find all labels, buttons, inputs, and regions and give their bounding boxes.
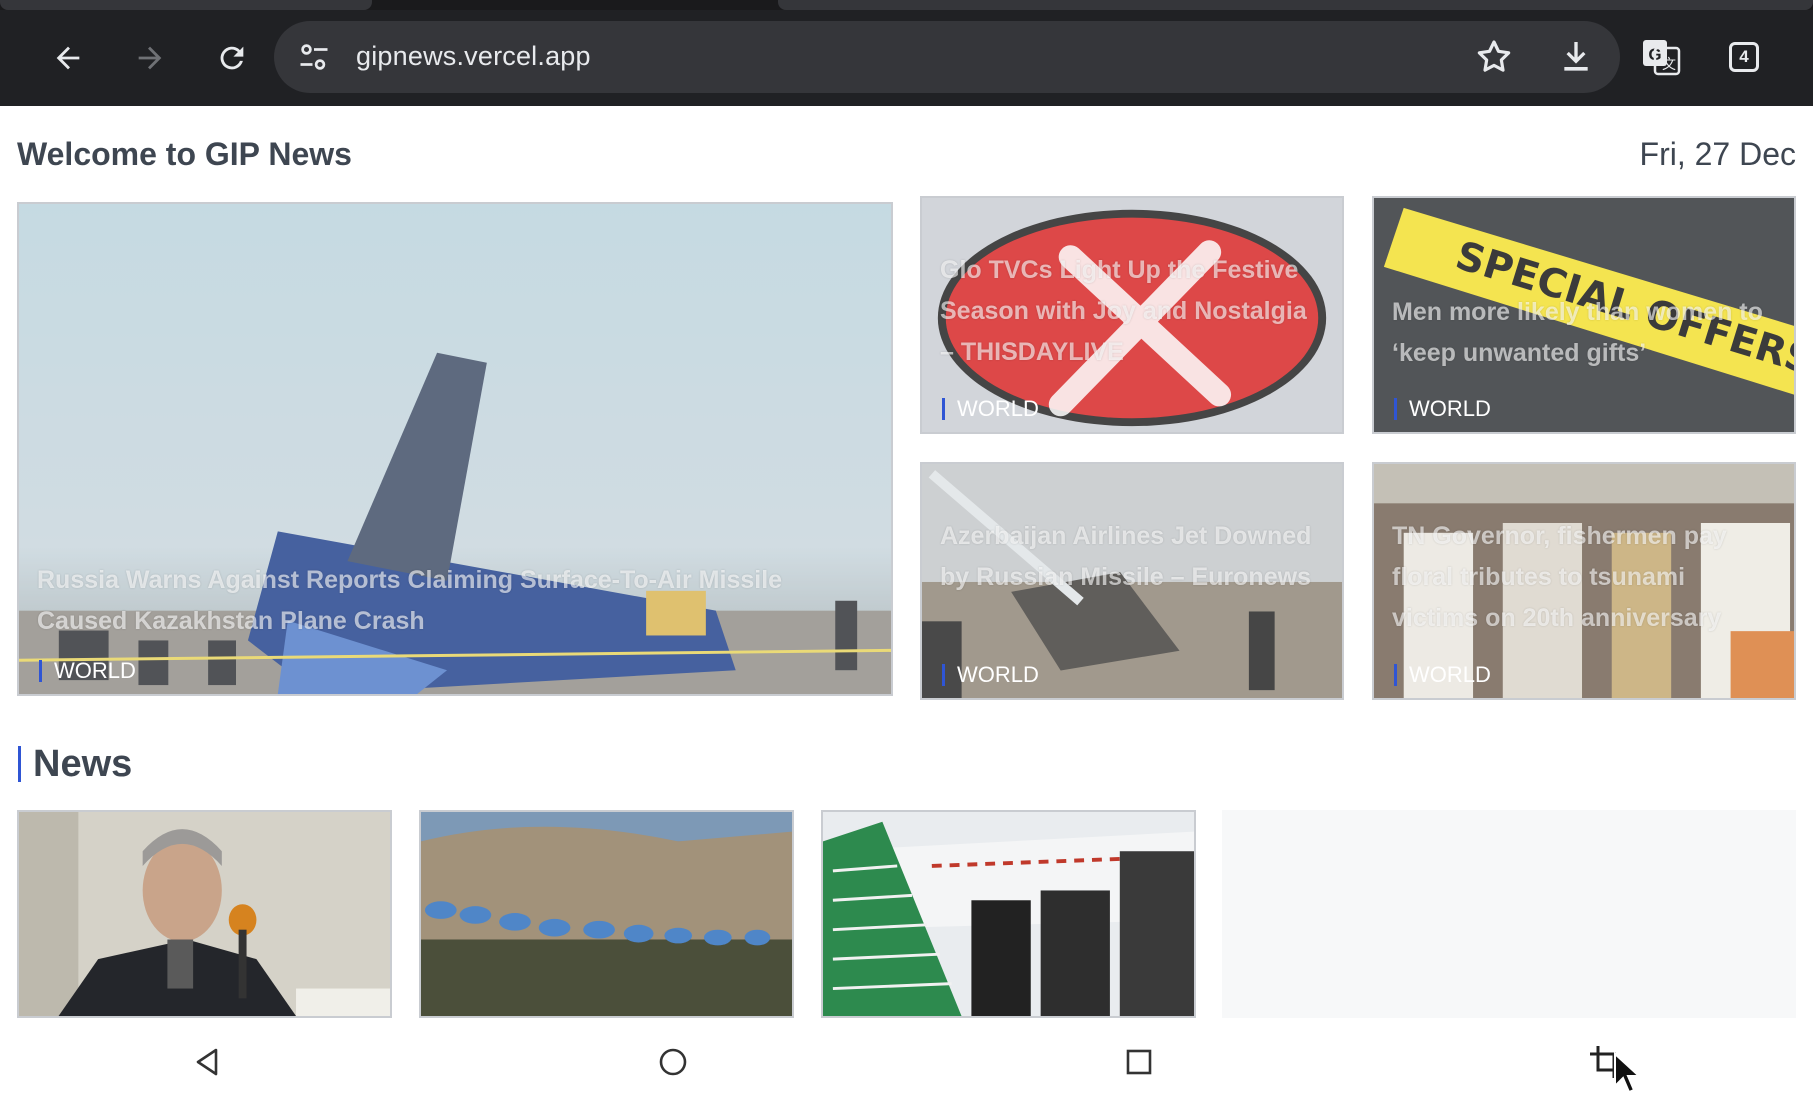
system-navigation-bar — [0, 1022, 1813, 1101]
svg-text:文: 文 — [1662, 57, 1676, 73]
featured-card-azerbaijan[interactable]: Azerbaijan Airlines Jet Downed by Russia… — [920, 462, 1344, 700]
reload-icon[interactable] — [204, 30, 260, 86]
featured-headline[interactable]: Glo TVCs Light Up the Festive Season wit… — [940, 250, 1324, 373]
airport-stairs-image — [823, 812, 1194, 1016]
url-text[interactable]: gipnews.vercel.app — [356, 41, 591, 72]
tab-edge[interactable] — [0, 0, 372, 10]
featured-headline[interactable]: Men more likely than women to ‘keep unwa… — [1392, 292, 1776, 374]
news-thumbnail-placeholder — [1222, 810, 1796, 1018]
news-thumbnail-airport[interactable] — [821, 810, 1196, 1018]
download-icon[interactable] — [1556, 37, 1596, 77]
category-label: WORLD — [942, 664, 1039, 686]
page-title: Welcome to GIP News — [17, 136, 352, 172]
recents-square-icon[interactable] — [1117, 1040, 1161, 1084]
back-triangle-icon[interactable] — [186, 1040, 230, 1084]
featured-card-main[interactable]: Russia Warns Against Reports Claiming Su… — [17, 202, 893, 696]
forward-icon[interactable] — [122, 30, 178, 86]
site-settings-icon[interactable] — [296, 39, 332, 75]
featured-headline[interactable]: Russia Warns Against Reports Claiming Su… — [37, 560, 831, 642]
tab-edge[interactable] — [778, 0, 1813, 10]
featured-card-tsunami[interactable]: TN Governor, fishermen pay floral tribut… — [1372, 462, 1796, 700]
page-content: Welcome to GIP News Fri, 27 Dec Russia W… — [0, 106, 1813, 1022]
back-icon[interactable] — [40, 30, 96, 86]
news-thumbnail-soldiers[interactable] — [419, 810, 794, 1018]
featured-card-glo[interactable]: Glo TVCs Light Up the Festive Season wit… — [920, 196, 1344, 434]
home-circle-icon[interactable] — [651, 1040, 695, 1084]
tab-switcher-icon[interactable]: 4 — [1729, 42, 1759, 72]
browser-toolbar: gipnews.vercel.app G 文 4 — [0, 0, 1813, 106]
featured-card-gifts[interactable]: SPECIAL OFFERS Men more likely than wome… — [1372, 196, 1796, 434]
mouse-cursor-icon — [1612, 1051, 1642, 1096]
speaker-at-microphone-image — [19, 812, 390, 1016]
featured-headline[interactable]: Azerbaijan Airlines Jet Downed by Russia… — [940, 516, 1324, 598]
current-date: Fri, 27 Dec — [1639, 136, 1796, 172]
translate-icon[interactable]: G 文 — [1641, 38, 1681, 76]
section-heading-news: News — [18, 745, 132, 783]
tab-strip — [0, 0, 1813, 10]
peacekeeping-soldiers-image — [421, 812, 792, 1016]
bookmark-star-icon[interactable] — [1474, 37, 1514, 77]
category-label: WORLD — [39, 660, 136, 682]
featured-headline[interactable]: TN Governor, fishermen pay floral tribut… — [1392, 516, 1776, 639]
address-bar[interactable]: gipnews.vercel.app — [274, 21, 1620, 93]
category-label: WORLD — [1394, 664, 1491, 686]
category-label: WORLD — [1394, 398, 1491, 420]
category-label: WORLD — [942, 398, 1039, 420]
news-thumbnail-speaker[interactable] — [17, 810, 392, 1018]
